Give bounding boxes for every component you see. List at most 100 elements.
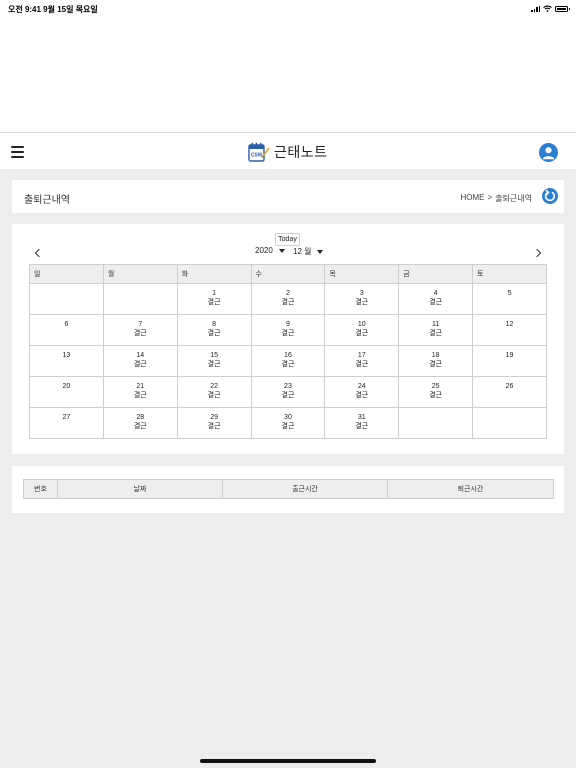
calendar-day-cell[interactable]: 28 결근: [102, 407, 178, 439]
day-status: 결근: [281, 299, 295, 306]
calendar-day-cell[interactable]: 17 결근: [324, 345, 400, 377]
calendar-day-cell[interactable]: 22 결근: [176, 376, 252, 408]
calendar-day-cell[interactable]: [102, 283, 178, 315]
col-number: 번호: [23, 479, 58, 499]
weekday-mon: 월: [102, 264, 178, 284]
calendar-day-cell[interactable]: 6: [29, 314, 104, 346]
calendar-day-cell[interactable]: 13: [29, 345, 104, 377]
calendar-day-cell[interactable]: 9 결근: [250, 314, 326, 346]
weekday-sat: 토: [472, 264, 547, 284]
col-check-in-time: 출근시간: [222, 479, 388, 499]
breadcrumb-current: 출퇴근내역: [495, 194, 532, 203]
year-select[interactable]: 2020: [255, 246, 285, 255]
attendance-table-header: 번호 날짜 출근시간 퇴근시간: [23, 479, 554, 499]
calendar-day-cell[interactable]: 11 결근: [398, 314, 474, 346]
day-status: 결근: [355, 361, 369, 368]
day-status: 결근: [207, 423, 221, 430]
day-status: 결근: [355, 392, 369, 399]
day-number: 25: [431, 383, 440, 390]
user-icon: [542, 147, 555, 160]
day-number: 13: [62, 352, 71, 359]
day-status: 결근: [429, 299, 443, 306]
calendar-day-cell[interactable]: 29 결근: [176, 407, 252, 439]
month-select[interactable]: 12 월: [293, 246, 324, 257]
calendar-day-cell[interactable]: 26: [472, 376, 547, 408]
calendar-week-row: 27 28 결근 29 결근 30 결근 31 결근: [29, 407, 547, 439]
today-button[interactable]: Today: [275, 233, 300, 246]
calendar-day-cell[interactable]: 15 결근: [176, 345, 252, 377]
day-status: 결근: [207, 330, 221, 337]
page-title: 출퇴근내역: [24, 195, 70, 206]
day-number: 29: [210, 414, 218, 421]
calendar-day-cell[interactable]: 16 결근: [250, 345, 326, 377]
calendar-day-cell[interactable]: 24 결근: [324, 376, 400, 408]
day-number: 30: [284, 414, 292, 421]
breadcrumb-separator: >: [487, 193, 493, 202]
calendar-day-cell[interactable]: 20: [29, 376, 104, 408]
calendar-day-cell[interactable]: 10 결근: [324, 314, 400, 346]
day-status: 결근: [133, 361, 147, 368]
weekday-fri: 금: [398, 264, 474, 284]
calendar-week-row: 13 14 결근 15 결근 16 결근 17 결근 18 결근 19: [29, 345, 547, 377]
day-number: 9: [286, 321, 290, 328]
calendar-day-cell[interactable]: 1 결근: [176, 283, 252, 315]
day-number: 22: [210, 383, 218, 390]
calendar-day-cell[interactable]: [29, 283, 104, 315]
day-number: 6: [64, 321, 69, 328]
weekday-thu: 목: [324, 264, 400, 284]
calendar-day-cell[interactable]: 4 결근: [398, 283, 474, 315]
day-number: 12: [505, 321, 514, 328]
battery-icon: [555, 5, 570, 12]
day-number: 15: [210, 352, 218, 359]
day-number: 1: [212, 290, 217, 297]
calendar-day-cell[interactable]: [472, 407, 547, 439]
refresh-button[interactable]: [542, 188, 558, 204]
day-status: 결근: [281, 330, 295, 337]
calendar-day-cell[interactable]: 31 결근: [324, 407, 400, 439]
calendar-day-cell[interactable]: 21 결근: [102, 376, 178, 408]
caret-down-icon: [317, 249, 324, 254]
next-month-chevron-icon[interactable]: [533, 247, 543, 259]
app-title: 근태노트: [274, 144, 328, 160]
calendar-day-cell[interactable]: 5: [472, 283, 547, 315]
prev-month-chevron-icon[interactable]: [33, 247, 43, 259]
weekday-wed: 수: [250, 264, 326, 284]
weekday-tue: 화: [176, 264, 252, 284]
calendar-day-cell[interactable]: 8 결근: [176, 314, 252, 346]
calendar-panel: Today 2020 12 월 일 월 화 수 목 금 토 1 결근 2 결근 3 결근 4…: [12, 224, 564, 454]
calendar-day-cell[interactable]: 23 결근: [250, 376, 326, 408]
calendar-day-cell[interactable]: 14 결근: [102, 345, 178, 377]
calendar-day-cell[interactable]: 12: [472, 314, 547, 346]
day-number: 2: [286, 290, 290, 297]
weekday-header-row: 일 월 화 수 목 금 토: [29, 264, 547, 284]
day-number: 20: [62, 383, 71, 390]
year-select-value: 2020: [255, 246, 273, 255]
calendar-day-cell[interactable]: 27: [29, 407, 104, 439]
day-number: 19: [505, 352, 514, 359]
menu-button[interactable]: [11, 146, 24, 158]
calendar-day-cell[interactable]: 19: [472, 345, 547, 377]
status-icons: [531, 4, 570, 13]
calendar-day-cell[interactable]: 18 결근: [398, 345, 474, 377]
calendar-day-cell[interactable]: 30 결근: [250, 407, 326, 439]
status-bar: 오전 9:41 9월 15일 목요일: [0, 0, 576, 18]
calendar-day-cell[interactable]: 3 결근: [324, 283, 400, 315]
day-number: 27: [62, 414, 71, 421]
day-status: 결근: [355, 423, 369, 430]
day-status: 결근: [281, 392, 295, 399]
breadcrumb-home-link[interactable]: HOME: [461, 193, 485, 204]
calendar-day-cell[interactable]: 25 결근: [398, 376, 474, 408]
page-title-panel: 출퇴근내역 HOME > 출퇴근내역: [12, 180, 564, 213]
home-indicator: [200, 759, 376, 763]
day-status: 결근: [281, 423, 295, 430]
day-status: 결근: [281, 361, 295, 368]
calendar-week-row: 20 21 결근 22 결근 23 결근 24 결근 25 결근 26: [29, 376, 547, 408]
calendar-logo-icon: CSM: [248, 142, 270, 162]
user-profile-button[interactable]: [539, 143, 558, 162]
calendar-day-cell[interactable]: 2 결근: [250, 283, 326, 315]
day-number: 11: [432, 321, 440, 328]
calendar-day-cell[interactable]: 7 결근: [102, 314, 178, 346]
day-number: 3: [359, 290, 364, 297]
day-number: 26: [505, 383, 514, 390]
calendar-day-cell[interactable]: [398, 407, 474, 439]
